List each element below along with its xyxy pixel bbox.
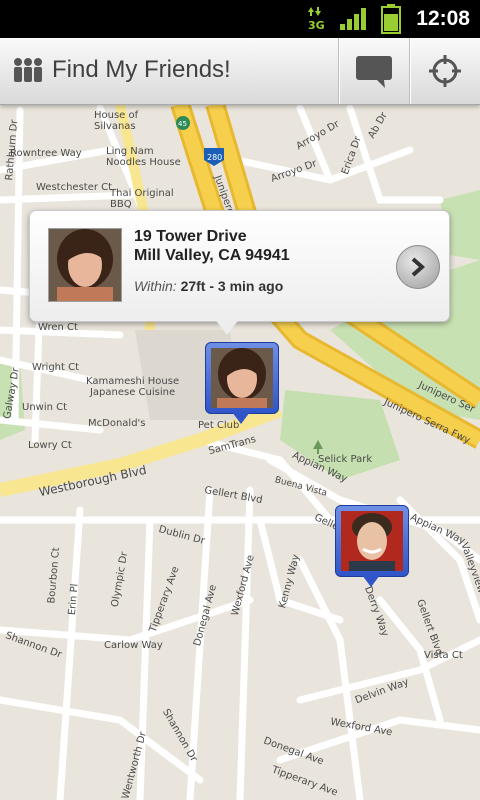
friend-photo bbox=[48, 228, 122, 302]
battery-icon bbox=[381, 4, 401, 34]
map-label: Thai Original BBQ bbox=[110, 188, 174, 210]
map-label: Kamameshi House Japanese Cuisine bbox=[86, 376, 180, 398]
friend-pin-1[interactable] bbox=[205, 342, 279, 414]
friend-pin-photo bbox=[341, 511, 403, 571]
svg-text:45: 45 bbox=[178, 120, 187, 128]
map-label: Unwin Ct bbox=[22, 402, 68, 413]
within-label: Within: bbox=[134, 278, 177, 294]
my-location-icon bbox=[429, 55, 461, 87]
friend-pin-2[interactable] bbox=[335, 505, 409, 577]
within-value: 27ft - 3 min ago bbox=[180, 278, 284, 294]
map-label: Lowry Ct bbox=[28, 440, 72, 451]
app-title: Find My Friends! bbox=[52, 56, 231, 83]
status-time: 12:08 bbox=[416, 7, 470, 30]
friend-pin-photo bbox=[211, 348, 273, 408]
chevron-right-icon bbox=[411, 257, 426, 277]
map-label: Carlow Way bbox=[104, 640, 163, 651]
signal-icon bbox=[340, 8, 366, 30]
map-label: Wright Ct bbox=[32, 362, 80, 373]
chat-icon bbox=[356, 56, 392, 88]
svg-text:3G: 3G bbox=[308, 19, 325, 32]
map-view[interactable]: 280 45 bbox=[0, 104, 480, 800]
status-bar: 3G 12:08 bbox=[0, 0, 480, 38]
map-label: Wren Ct bbox=[38, 322, 78, 333]
3g-data-icon: 3G bbox=[308, 7, 325, 32]
map-label: Ling Nam Noodles House bbox=[106, 146, 181, 168]
map-label: Westchester Ct bbox=[36, 182, 113, 193]
map-label: Vista Ct bbox=[424, 650, 463, 661]
map-label: Selick Park bbox=[318, 454, 373, 465]
location-info-popup[interactable]: 19 Tower Drive Mill Valley, CA 94941 Wit… bbox=[29, 210, 450, 322]
popup-accuracy: Within: 27ft - 3 min ago bbox=[134, 278, 283, 294]
popup-pointer bbox=[214, 318, 240, 335]
popup-city: Mill Valley, CA 94941 bbox=[134, 247, 290, 264]
svg-text:280: 280 bbox=[207, 153, 222, 162]
popup-address: 19 Tower Drive bbox=[134, 228, 247, 245]
app-bar: Find My Friends! bbox=[0, 38, 480, 105]
friend-pin-2-tail bbox=[362, 575, 380, 587]
popup-details-button[interactable] bbox=[396, 245, 440, 289]
map-label: House of Silvanas bbox=[94, 110, 139, 132]
friend-avatar-image bbox=[49, 229, 121, 301]
friend-pin-1-tail bbox=[232, 412, 250, 424]
chat-button[interactable] bbox=[340, 38, 408, 104]
map-label: Rowntree Way bbox=[10, 148, 82, 159]
people-icon bbox=[14, 58, 42, 82]
map-label: McDonald's bbox=[88, 418, 146, 429]
my-location-button[interactable] bbox=[411, 38, 479, 104]
park-icon bbox=[313, 440, 323, 454]
hwy-45-shield: 45 bbox=[176, 116, 190, 130]
